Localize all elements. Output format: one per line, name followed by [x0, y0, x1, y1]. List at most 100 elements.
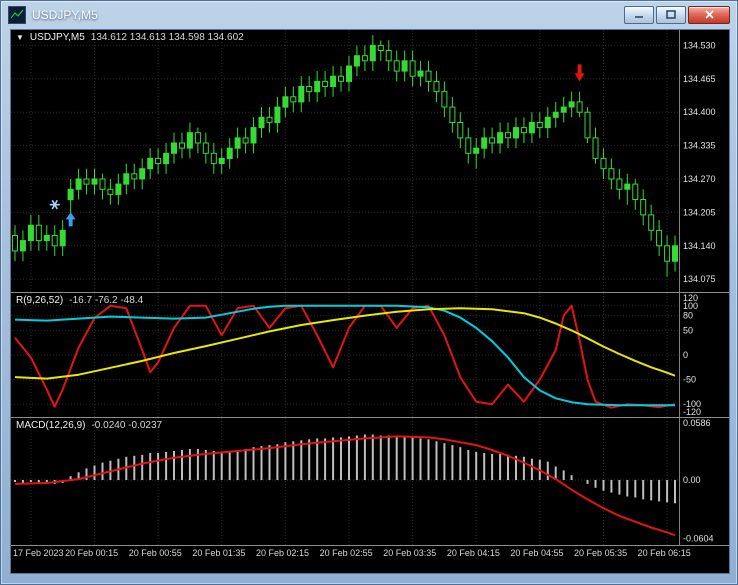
candle-body: [489, 137, 496, 144]
window-controls: [624, 5, 730, 24]
macd-pane-header: MACD(12,26,9) -0.0240 -0.0237: [16, 420, 162, 431]
candle-body: [99, 178, 106, 190]
oscillator-tick-label: 0: [683, 350, 688, 360]
oscillator-pane-header: R(9,26,52) -16.7 -76.2 -48.4: [16, 295, 143, 306]
time-label: 20 Feb 05:35: [574, 548, 628, 558]
candle-body: [449, 106, 456, 123]
candle-body: [560, 106, 567, 113]
candle-body: [600, 157, 607, 170]
candle-body: [338, 75, 344, 82]
candle-body: [27, 224, 34, 242]
minimize-icon: [635, 16, 643, 18]
candle-body: [425, 70, 432, 82]
symbol-label: USDJPY,M5: [29, 32, 85, 43]
candle-body: [417, 70, 424, 77]
candle-body: [528, 122, 535, 134]
candle-body: [274, 106, 281, 123]
candle-body: [306, 86, 313, 93]
candle-body: [51, 235, 58, 247]
macd-pane[interactable]: MACD(12,26,9) -0.0240 -0.0237 0.0586 0.00…: [11, 418, 729, 545]
close-button[interactable]: [688, 5, 730, 24]
candle-body: [171, 142, 177, 154]
candle-body: [163, 152, 170, 165]
macd-tick-label: 0.0586: [683, 418, 711, 428]
window-title: USDJPY,M5: [32, 7, 98, 22]
oscillator-tick-label: 100: [683, 301, 698, 311]
time-label: 20 Feb 00:15: [65, 548, 119, 558]
macd-canvas: 0.0586 0.00 -0.0604: [11, 418, 714, 545]
candle-body: [465, 137, 472, 154]
candle-body: [59, 229, 66, 247]
collapse-icon[interactable]: ▼: [16, 32, 24, 43]
price-tick-label: 134.335: [683, 141, 716, 151]
candle-body: [377, 44, 384, 51]
candle-body: [672, 245, 678, 262]
candle-body: [139, 168, 146, 180]
candle-body: [186, 132, 193, 149]
candle-body: [552, 111, 559, 118]
sell-arrow[interactable]: [574, 64, 585, 82]
oscillator-tick-label: 50: [683, 325, 693, 335]
candle-body: [624, 183, 631, 190]
candle-body: [155, 157, 162, 164]
candle-body: [393, 60, 400, 72]
candle-body: [584, 111, 591, 139]
candle-body: [131, 173, 138, 180]
candle-body: [83, 178, 90, 185]
candle-body: [648, 214, 655, 231]
candle-body: [481, 137, 488, 149]
chart-window: USDJPY,M5 ▼ USDJPY,M5 134.612 134.613 13…: [0, 0, 738, 585]
candle-body: [513, 127, 519, 139]
candle-body: [608, 168, 615, 180]
macd-tick-label: -0.0604: [683, 534, 714, 544]
candle-body: [505, 132, 511, 139]
candle-body: [346, 65, 352, 82]
close-icon: [704, 10, 714, 19]
candle-body: [266, 116, 273, 123]
candle-body: [12, 235, 18, 252]
candle-body: [194, 132, 201, 144]
candle-body: [385, 50, 392, 62]
oscillator-label: R(9,26,52): [16, 295, 64, 306]
candle-body: [353, 55, 360, 67]
maximize-icon: [666, 10, 676, 19]
candle-body: [592, 137, 599, 159]
fast-red-line: [14, 304, 676, 409]
price-pane-header: ▼ USDJPY,M5 134.612 134.613 134.598 134.…: [16, 32, 244, 43]
candle-body: [441, 91, 448, 108]
ohlc-values: 134.612 134.613 134.598 134.602: [90, 32, 244, 43]
price-pane[interactable]: ▼ USDJPY,M5 134.612 134.613 134.598 134.…: [11, 30, 729, 292]
app-icon[interactable]: [8, 5, 26, 24]
oscillator-pane[interactable]: R(9,26,52) -16.7 -76.2 -48.4 120 100 80 50 0…: [11, 293, 729, 417]
time-label: 20 Feb 00:55: [128, 548, 182, 558]
maximize-button[interactable]: [656, 5, 686, 24]
oscillator-canvas: 12010080500-50-100-120: [11, 293, 701, 417]
price-tick-label: 134.205: [683, 207, 716, 217]
candle-body: [497, 132, 504, 144]
price-tick-label: 134.465: [683, 74, 716, 84]
price-tick-label: 134.400: [683, 107, 716, 117]
candle-body: [576, 101, 583, 113]
time-label: 20 Feb 03:35: [383, 548, 437, 558]
time-label: 20 Feb 04:15: [446, 548, 500, 558]
candle-body: [35, 224, 42, 242]
candle-body: [568, 101, 575, 108]
oscillator-tick-label: 80: [683, 311, 693, 321]
candle-body: [536, 122, 543, 129]
time-axis[interactable]: 17 Feb 2023 20 Feb 00:15 20 Feb 00:55 20 Fe…: [11, 546, 729, 562]
macd-label: MACD(12,26,9): [16, 420, 86, 431]
minimize-button[interactable]: [624, 5, 654, 24]
candle-body: [640, 199, 647, 216]
candle-body: [250, 127, 257, 144]
buy-arrow[interactable]: [65, 212, 76, 227]
titlebar[interactable]: USDJPY,M5: [1, 1, 737, 28]
price-tick-label: 134.140: [683, 241, 716, 251]
oscillator-tick-label: -120: [683, 407, 701, 417]
candle-body: [282, 96, 289, 108]
time-label: 20 Feb 02:15: [255, 548, 309, 558]
candle-body: [664, 245, 671, 262]
candle-body: [226, 147, 233, 159]
candle-body: [218, 157, 225, 164]
candle-body: [298, 86, 305, 103]
price-tick-label: 134.270: [683, 174, 716, 184]
